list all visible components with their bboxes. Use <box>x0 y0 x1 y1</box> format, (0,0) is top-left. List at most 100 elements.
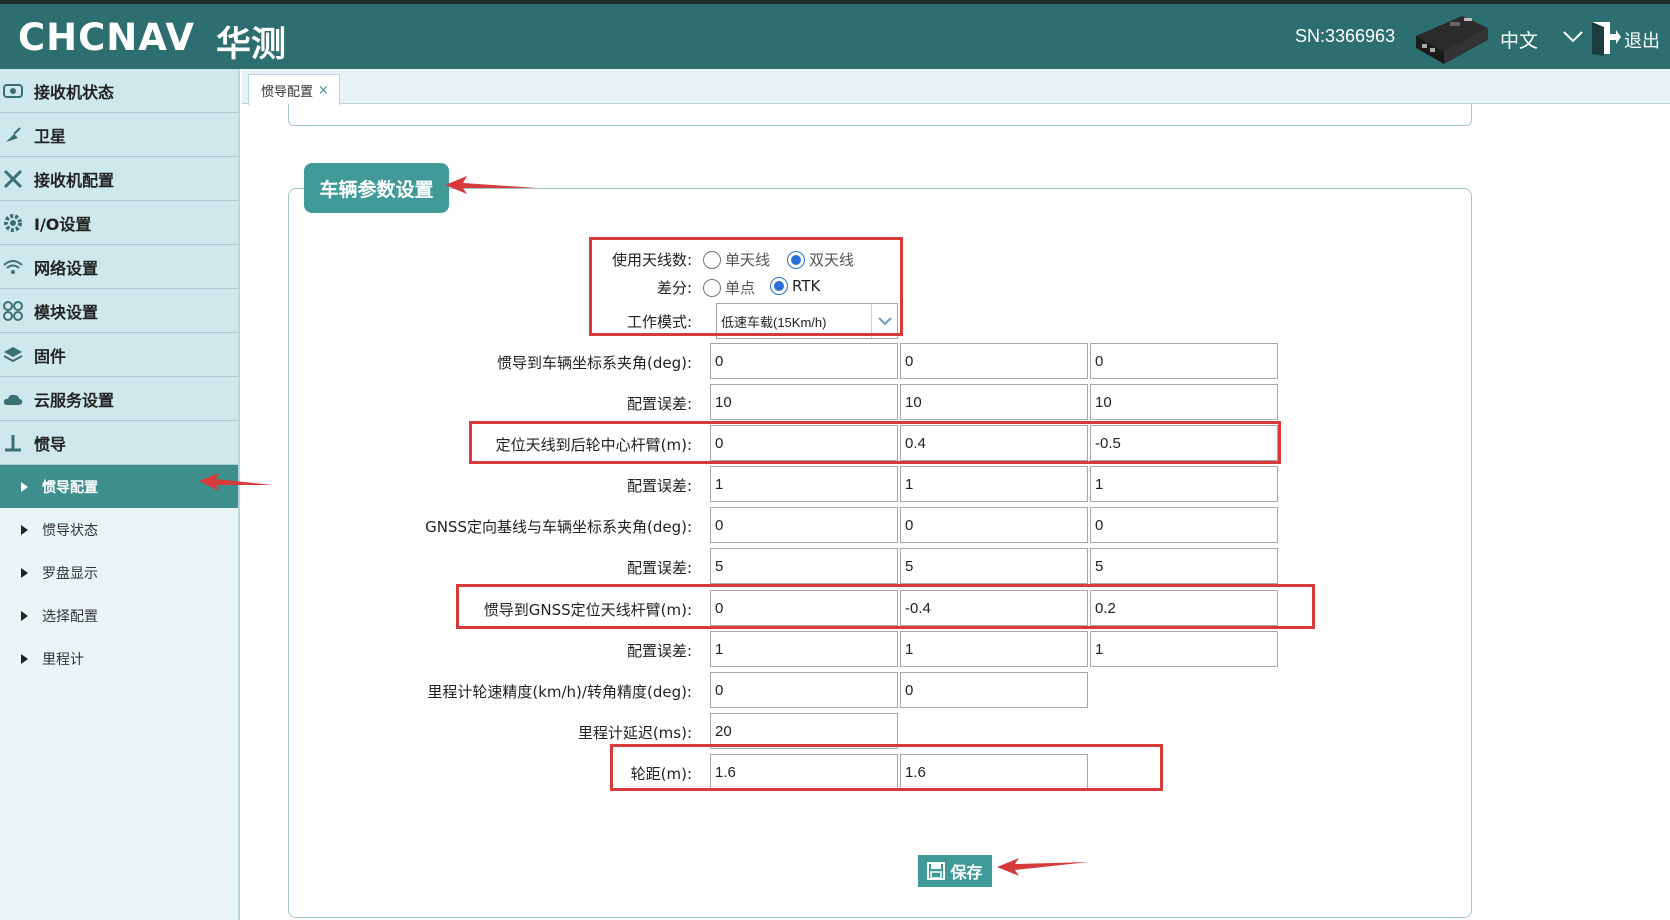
gnss-baseline-angle-field-1[interactable] <box>710 507 898 543</box>
radio-circle-selected <box>770 277 788 295</box>
angle-error-field-3[interactable] <box>1090 384 1278 420</box>
ins-vehicle-angle-field-3[interactable] <box>1090 343 1278 379</box>
wheel-track-field-1[interactable] <box>710 754 898 790</box>
sidebar-item-label: 模块设置 <box>34 302 99 322</box>
sidebar-subitem-label: 里程计 <box>42 651 84 668</box>
sidebar-item-network[interactable]: 网络设置 <box>0 245 238 289</box>
ins-gnss-error-field-2[interactable] <box>900 631 1088 667</box>
save-button[interactable]: 保存 <box>918 855 992 887</box>
gear-icon <box>4 213 22 232</box>
sidebar-item-satellite[interactable]: 卫星 <box>0 113 238 157</box>
previous-section-box <box>288 104 1472 126</box>
baseline-error-label: 配置误差: <box>626 559 692 577</box>
lever-error-field-1[interactable] <box>710 466 898 502</box>
caret-right-icon <box>21 524 28 535</box>
ins-gnss-lever-field-2[interactable] <box>900 590 1088 626</box>
sidebar-item-label: 接收机状态 <box>34 82 115 102</box>
sidebar-subitem-label: 惯导状态 <box>42 522 98 539</box>
top-header: CHCNAV 华测 SN:3366963 中文 退出 <box>0 0 1670 69</box>
brand-logo: CHCNAV <box>18 16 195 59</box>
odometer-delay-field-1[interactable] <box>710 713 898 749</box>
annotation-arrow <box>997 858 1089 876</box>
lever-error-field-3[interactable] <box>1090 466 1278 502</box>
antenna-count-label: 使用天线数: <box>611 251 692 269</box>
tab-ins-config[interactable]: 惯导配置 × <box>248 74 340 105</box>
sidebar-item-label: 卫星 <box>34 126 67 146</box>
sidebar-item-receiver-config[interactable]: 接收机配置 <box>0 157 238 201</box>
baseline-error-field-3[interactable] <box>1090 548 1278 584</box>
gnss-baseline-angle-field-2[interactable] <box>900 507 1088 543</box>
caret-right-icon <box>21 481 28 492</box>
wheel-track-field-2[interactable] <box>900 754 1088 790</box>
sidebar-item-firmware[interactable]: 固件 <box>0 333 238 377</box>
sidebar-subitem-compass[interactable]: 罗盘显示 <box>0 551 238 594</box>
odometer-delay-label: 里程计延迟(ms): <box>577 724 692 742</box>
work-mode-label: 工作模式: <box>626 313 692 331</box>
section-title: 车辆参数设置 <box>304 163 449 213</box>
tools-icon <box>3 169 23 188</box>
angle-error-field-1[interactable] <box>710 384 898 420</box>
lever-error-label: 配置误差: <box>626 477 692 495</box>
sidebar-item-modules[interactable]: 模块设置 <box>0 289 238 333</box>
sidebar-item-ins[interactable]: 惯导 <box>0 421 238 465</box>
sidebar-item-label: 接收机配置 <box>34 170 115 190</box>
antenna-rear-lever-field-3[interactable] <box>1090 425 1278 461</box>
serial-number: SN:3366963 <box>1295 26 1396 46</box>
chevron-down-icon[interactable] <box>1562 26 1584 46</box>
sidebar-subitem-label: 惯导配置 <box>42 479 98 496</box>
logout-label: 退出 <box>1624 31 1660 52</box>
gnss-baseline-angle-field-3[interactable] <box>1090 507 1278 543</box>
ins-vehicle-angle-label: 惯导到车辆坐标系夹角(deg): <box>496 354 692 372</box>
antenna-rear-lever-field-1[interactable] <box>710 425 898 461</box>
lever-error-field-2[interactable] <box>900 466 1088 502</box>
language-selector[interactable]: 中文 <box>1500 26 1538 53</box>
radio-single-point[interactable]: 单点 <box>703 277 755 298</box>
odometer-accuracy-field-2[interactable] <box>900 672 1088 708</box>
sidebar-subitem-select-config[interactable]: 选择配置 <box>0 594 238 637</box>
close-icon[interactable]: × <box>318 83 329 98</box>
sidebar: 接收机状态 卫星 接收机配置 I/O设置 网络设置 模块设置 固件 云服务设置 … <box>0 69 240 920</box>
cloud-icon <box>3 394 23 405</box>
radio-rtk[interactable]: RTK <box>770 277 820 295</box>
logout-icon <box>1592 22 1621 56</box>
logout-button[interactable]: 退出 <box>1590 18 1670 58</box>
annotation-arrow <box>445 176 537 194</box>
ins-gnss-error-field-3[interactable] <box>1090 631 1278 667</box>
sidebar-item-io[interactable]: I/O设置 <box>0 201 238 245</box>
tab-bar: 惯导配置 × <box>242 69 1670 105</box>
chevron-down-icon <box>871 304 897 338</box>
angle-error-field-2[interactable] <box>900 384 1088 420</box>
sidebar-item-label: 惯导 <box>34 434 67 454</box>
odometer-accuracy-label: 里程计轮速精度(km/h)/转角精度(deg): <box>427 683 692 701</box>
ins-gnss-lever-field-3[interactable] <box>1090 590 1278 626</box>
odometer-accuracy-field-1[interactable] <box>710 672 898 708</box>
antenna-rear-lever-field-2[interactable] <box>900 425 1088 461</box>
ins-vehicle-angle-field-2[interactable] <box>900 343 1088 379</box>
sidebar-item-cloud[interactable]: 云服务设置 <box>0 377 238 421</box>
radio-label: 单点 <box>725 279 756 297</box>
brand-logo-cn: 华测 <box>216 25 287 65</box>
ins-gnss-lever-field-1[interactable] <box>710 590 898 626</box>
ins-vehicle-angle-field-1[interactable] <box>710 343 898 379</box>
caret-right-icon <box>21 653 28 664</box>
ins-gnss-error-field-1[interactable] <box>710 631 898 667</box>
satellite-icon <box>6 126 21 142</box>
baseline-error-field-1[interactable] <box>710 548 898 584</box>
sidebar-item-label: 网络设置 <box>34 258 99 278</box>
gnss-baseline-angle-label: GNSS定向基线与车辆坐标系夹角(deg): <box>425 518 692 536</box>
radio-single-antenna[interactable]: 单天线 <box>703 249 770 270</box>
ins-gnss-lever-label: 惯导到GNSS定位天线杆臂(m): <box>483 601 692 619</box>
baseline-error-field-2[interactable] <box>900 548 1088 584</box>
radio-dual-antenna[interactable]: 双天线 <box>787 249 854 270</box>
angle-error-label: 配置误差: <box>626 395 692 413</box>
sidebar-item-receiver-status[interactable]: 接收机状态 <box>0 69 238 113</box>
work-mode-select[interactable]: 低速车载(15Km/h) <box>716 303 898 339</box>
sidebar-subitem-odometer[interactable]: 里程计 <box>0 637 238 680</box>
diff-label: 差分: <box>656 279 692 297</box>
receiver-device-icon <box>1416 16 1488 64</box>
sidebar-item-label: 固件 <box>34 346 67 366</box>
sidebar-subitem-ins-status[interactable]: 惯导状态 <box>0 508 238 551</box>
caret-right-icon <box>21 610 28 621</box>
ins-gnss-error-label: 配置误差: <box>626 642 692 660</box>
radio-label: 双天线 <box>809 251 855 269</box>
